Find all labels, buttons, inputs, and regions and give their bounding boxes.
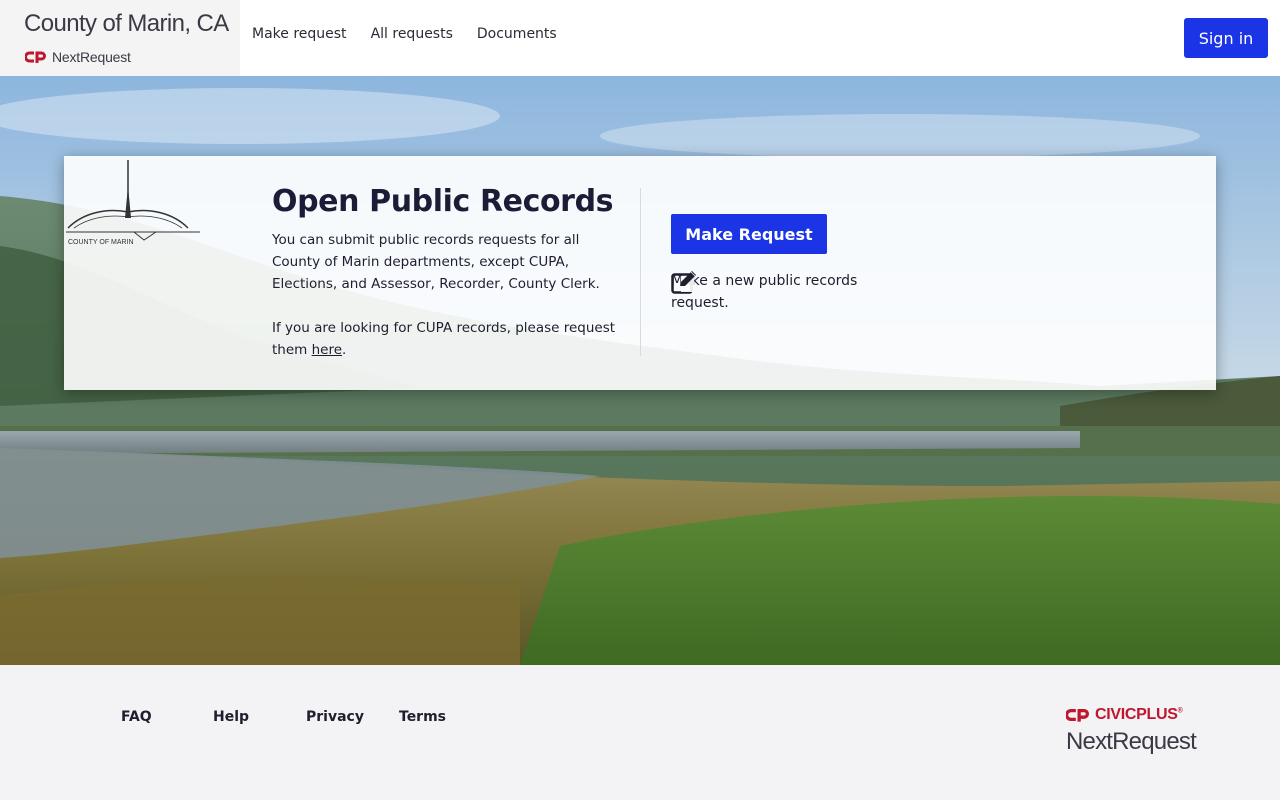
intro-text: You can submit public records requests f…	[272, 229, 622, 361]
footer-help-link[interactable]: Help	[213, 709, 249, 725]
edit-icon	[671, 271, 696, 294]
intro-paragraph: You can submit public records requests f…	[272, 232, 600, 292]
cupa-suffix: .	[342, 342, 347, 358]
brand-title[interactable]: County of Marin, CA	[24, 10, 229, 38]
nav-documents[interactable]: Documents	[477, 26, 557, 42]
brand-block[interactable]: County of Marin, CA NextRequest	[0, 0, 240, 76]
cupa-here-link[interactable]: here	[312, 342, 342, 358]
footer-product-name: NextRequest	[1066, 728, 1197, 755]
make-request-button[interactable]: Make Request	[671, 214, 827, 254]
brand-product-label: NextRequest	[52, 49, 131, 65]
footer-terms-link[interactable]: Terms	[399, 709, 446, 725]
footer-faq-link[interactable]: FAQ	[121, 709, 152, 725]
site-footer: FAQ Help Privacy Terms CIVICPLUS® NextRe…	[0, 665, 1280, 800]
seal-caption: COUNTY OF MARIN	[68, 239, 134, 246]
page-title: Open Public Records	[272, 184, 614, 219]
nav-all-requests[interactable]: All requests	[371, 26, 453, 42]
hero-background-image: COUNTY OF MARIN Open Public Records You …	[0, 76, 1280, 665]
civicplus-logo-icon	[1066, 708, 1089, 722]
civicplus-wordmark: CIVICPLUS	[1095, 706, 1178, 723]
card-divider	[640, 188, 641, 356]
cupa-paragraph: If you are looking for CUPA records, ple…	[272, 317, 622, 361]
make-request-description: Make a new public records request.	[671, 270, 911, 314]
nav-make-request[interactable]: Make request	[252, 26, 347, 42]
civicplus-brand[interactable]: CIVICPLUS®	[1066, 706, 1183, 724]
brand-product: NextRequest	[25, 49, 131, 65]
site-header: County of Marin, CA NextRequest Make req…	[0, 0, 1280, 76]
footer-privacy-link[interactable]: Privacy	[306, 709, 364, 725]
civicplus-logo-icon	[25, 51, 46, 63]
civicplus-label: CIVICPLUS®	[1095, 706, 1183, 724]
open-records-card: COUNTY OF MARIN Open Public Records You …	[64, 156, 1216, 390]
registered-mark: ®	[1177, 707, 1183, 715]
county-seal-logo: COUNTY OF MARIN	[66, 160, 200, 246]
main-nav: Make request All requests Documents	[252, 26, 557, 42]
sign-in-button[interactable]: Sign in	[1184, 18, 1268, 58]
